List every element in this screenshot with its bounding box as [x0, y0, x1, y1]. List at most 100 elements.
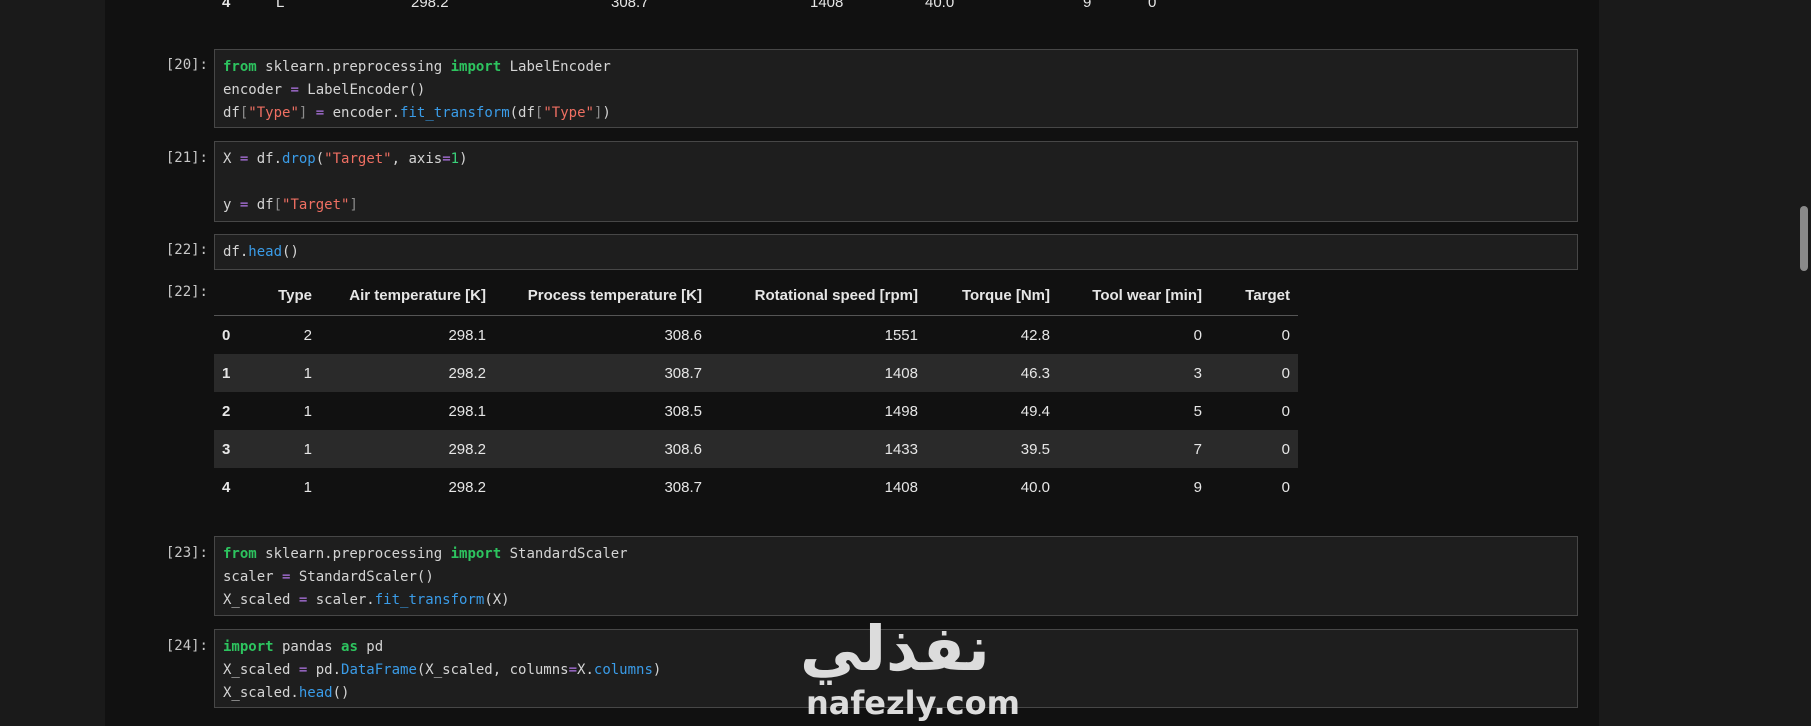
code-token: DataFrame [341, 662, 417, 678]
table-cell: 0 [1281, 478, 1290, 496]
code-editor[interactable]: X = df.drop("Target", axis=1) y = df[ "Tar… [215, 142, 1577, 217]
code-token: from [223, 546, 257, 562]
table-cell: 40.0 [1020, 478, 1050, 496]
table-cell: 1 [303, 478, 312, 496]
code-token: pandas [273, 639, 342, 655]
watermark-logo: nafezly.com [806, 684, 1020, 722]
code-token: fit_transform [374, 592, 485, 608]
column-header: Air temperature [K] [320, 275, 494, 316]
table-cell: 1433 [710, 430, 926, 468]
cell-torque: 40.0 [925, 0, 955, 11]
table-cell: 0 [1210, 430, 1298, 468]
code-token: , axis [391, 151, 443, 167]
output-prompt: [22]: [165, 284, 208, 300]
table-cell: 5 [1193, 402, 1202, 420]
table-row: 0 2 298.1 308.6 1551 42.8 0 0 [214, 316, 1298, 355]
code-line: df.head() [223, 241, 1569, 264]
table-body: 0 2 298.1 308.6 1551 42.8 0 0 1 1 298.2 308.7 1408 46… [214, 316, 1298, 507]
table-cell: 46.3 [926, 354, 1058, 392]
table-cell: 308.7 [494, 354, 710, 392]
column-header: Tool wear [min] [1058, 275, 1210, 316]
code-cell[interactable]: from sklearn.preprocessing import LabelE… [214, 49, 1578, 128]
code-editor[interactable]: df.head() [215, 235, 1577, 264]
code-token: () [282, 244, 299, 260]
column-header: Process temperature [K] [494, 275, 710, 316]
watermark-logo-arabic: نفذلي [800, 612, 990, 685]
row-index: 4 [222, 0, 231, 11]
column-header: Type [266, 275, 320, 316]
code-token: 1 [450, 151, 460, 167]
table-cell: 39.5 [926, 430, 1058, 468]
code-token: pd. [307, 662, 342, 678]
table-cell: 308.6 [664, 326, 702, 344]
code-line: df["Type"] = encoder.fit_transform(df["T… [223, 102, 1569, 125]
code-token: ) [602, 105, 611, 121]
cell-target: 0 [1148, 0, 1157, 11]
code-cell[interactable]: df.head() [214, 234, 1578, 270]
table-row: 1 1 298.2 308.7 1408 46.3 3 0 [214, 354, 1298, 392]
code-token: = [442, 151, 451, 167]
code-line: from sklearn.preprocessing import Standa… [223, 543, 1569, 566]
table-row: 2 1 298.1 308.5 1498 49.4 5 0 [214, 392, 1298, 430]
code-cell[interactable]: X = df.drop("Target", axis=1) y = df[ "Tar… [214, 141, 1578, 222]
table-cell: 3 [1058, 354, 1210, 392]
row-index: 4 [222, 478, 231, 496]
code-line: X = df.drop("Target", axis=1) [223, 148, 1569, 171]
code-token: ( [315, 151, 325, 167]
table-cell: 0 [1210, 354, 1298, 392]
column-header: Torque [Nm] [926, 275, 1058, 316]
code-token: scaler [223, 569, 283, 585]
table-cell: 298.1 [448, 326, 486, 344]
code-cell[interactable]: from sklearn.preprocessing import Standa… [214, 536, 1578, 616]
code-editor[interactable]: from sklearn.preprocessing import LabelE… [215, 50, 1577, 125]
code-token: StandardScaler() [290, 569, 434, 585]
code-token: from [223, 59, 257, 75]
table-cell: 7 [1058, 430, 1210, 468]
cell-prompt: [22]: [165, 242, 208, 258]
code-token: "Type" [248, 105, 299, 121]
row-index: 0 [222, 326, 231, 344]
table-row: 3 1 298.2 308.6 1433 39.5 7 0 [214, 430, 1298, 468]
code-token: y [223, 197, 240, 213]
column-header [214, 275, 266, 316]
code-token: [ [273, 197, 283, 213]
code-line: encoder = LabelEncoder() [223, 79, 1569, 102]
code-token: head [298, 685, 333, 701]
code-token: X [223, 151, 240, 167]
table-cell: 0 [1193, 326, 1202, 344]
cell-prompt: [24]: [165, 638, 208, 654]
code-editor[interactable]: from sklearn.preprocessing import Standa… [215, 537, 1577, 612]
table-cell: 308.7 [664, 478, 702, 496]
code-token: import [223, 639, 274, 655]
table-cell: 0 [1281, 402, 1290, 420]
code-token: encoder [223, 82, 291, 98]
code-token: sklearn.preprocessing [256, 546, 451, 562]
code-token: "Target" [324, 151, 392, 167]
code-line: X_scaled = scaler.fit_transform(X) [223, 589, 1569, 612]
scrollbar-track[interactable] [1796, 0, 1811, 726]
code-token: df [248, 197, 274, 213]
table-cell: 9 [1193, 478, 1202, 496]
cell-prompt: [20]: [165, 57, 208, 73]
cell-prompt: [21]: [165, 150, 208, 166]
code-token: LabelEncoder [501, 59, 611, 75]
cell-air: 298.2 [411, 0, 449, 11]
cell-wear: 9 [1083, 0, 1092, 11]
table-cell: 1 [303, 402, 312, 420]
table-cell: 308.6 [494, 430, 710, 468]
table-cell: 298.2 [448, 478, 486, 496]
code-token: encoder. [324, 105, 401, 121]
cell-type: L [276, 0, 285, 11]
code-token: import [450, 546, 502, 562]
code-token: df [223, 105, 240, 121]
table-header-row: Type Air temperature [K] Process temperatu… [214, 275, 1298, 316]
code-token: (X_scaled, columns [416, 662, 569, 678]
scrollbar-thumb[interactable] [1800, 206, 1808, 271]
code-token: LabelEncoder() [298, 82, 426, 98]
code-token: pd [357, 639, 384, 655]
cell-speed: 1408 [810, 0, 844, 11]
code-token: fit_transform [400, 105, 510, 121]
code-token: = [315, 105, 325, 121]
code-token: scaler. [307, 592, 375, 608]
table-cell: 1 [266, 430, 320, 468]
